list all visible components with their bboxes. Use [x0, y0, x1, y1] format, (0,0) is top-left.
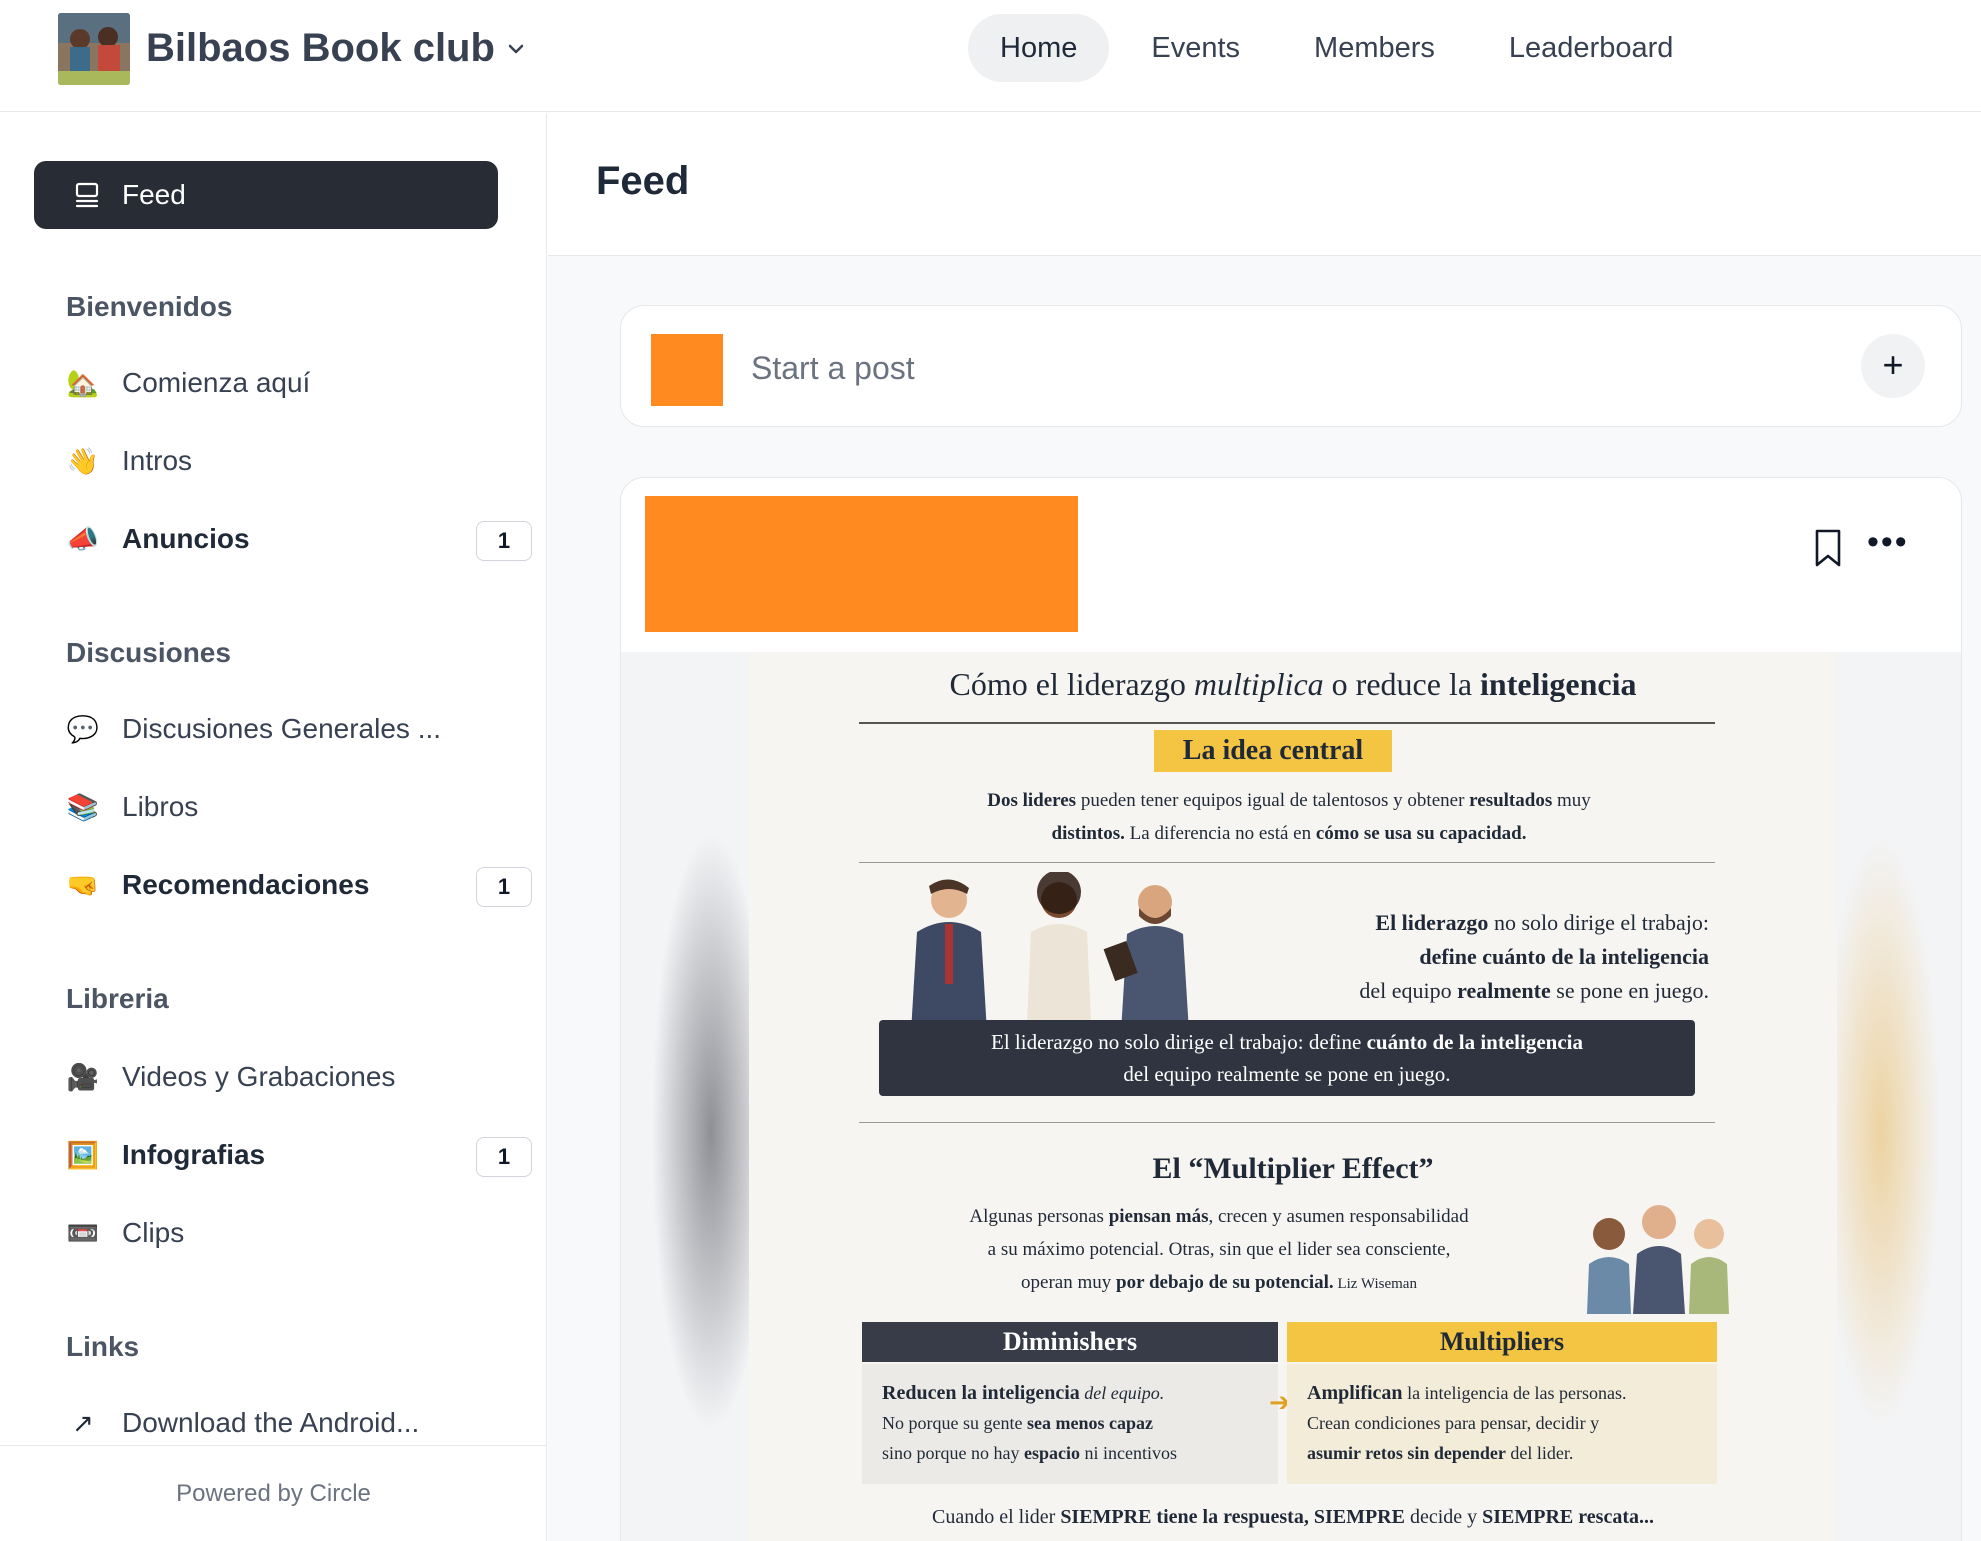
- multipliers-text: Amplifican la inteligencia de las person…: [1287, 1364, 1717, 1484]
- sidebar-item-videos[interactable]: 🎥 Videos y Grabaciones: [66, 1053, 466, 1101]
- section-title-bienvenidos: Bienvenidos: [66, 291, 233, 322]
- feed-header: Feed: [548, 113, 1981, 256]
- nav-home[interactable]: Home: [968, 14, 1110, 82]
- infographic-footer: Cuando el lider SIEMPRE tiene la respues…: [932, 1506, 1654, 1528]
- picture-icon: 🖼️: [66, 1139, 100, 1170]
- nav-leaderboard[interactable]: Leaderboard: [1477, 14, 1705, 82]
- sidebar-item-label: Feed: [122, 179, 186, 210]
- speech-bubble-icon: 💬: [66, 713, 100, 744]
- house-icon: 🏡: [66, 367, 100, 398]
- post-image[interactable]: Cómo el liderazgo multiplica o reduce la…: [621, 652, 1961, 1541]
- camera-icon: 🎥: [66, 1061, 100, 1092]
- club-name[interactable]: Bilbaos Book club: [146, 26, 495, 71]
- feed-post: ••• Cómo el liderazgo multiplica o reduc…: [620, 477, 1962, 1541]
- top-header: Bilbaos Book club Home Events Members Le…: [0, 0, 1981, 112]
- multiplier-effect-title: El “Multiplier Effect”: [1152, 1152, 1434, 1185]
- sidebar-item-label: Download the Android...: [122, 1407, 420, 1438]
- more-options-icon[interactable]: •••: [1867, 525, 1909, 559]
- fist-icon: 🤜: [66, 869, 100, 900]
- composer-placeholder[interactable]: Start a post: [751, 350, 915, 387]
- multiplier-effect-text: Algunas personas piensan más, crecen y a…: [969, 1206, 1469, 1293]
- wave-icon: 👋: [66, 445, 100, 476]
- section-title-links: Links: [66, 1331, 140, 1362]
- external-link-icon: ↗: [72, 1407, 94, 1438]
- multipliers-header: Multipliers: [1287, 1322, 1717, 1362]
- sidebar-item-label: Libros: [122, 791, 199, 822]
- sidebar-item-infografias[interactable]: 🖼️ Infografias 1: [66, 1131, 532, 1179]
- divider: [859, 1122, 1715, 1123]
- sidebar-item-label: Videos y Grabaciones: [122, 1061, 396, 1092]
- books-icon: 📚: [66, 791, 100, 822]
- diminishers-text: Reducen la inteligencia del equipo. No p…: [862, 1364, 1278, 1484]
- sidebar-item-libros[interactable]: 📚 Libros: [66, 783, 466, 831]
- unread-badge: 1: [476, 867, 532, 907]
- unread-badge: 1: [476, 1137, 532, 1177]
- club-logo[interactable]: [58, 13, 130, 85]
- sidebar: Feed Bienvenidos 🏡 Comienza aquí 👋 Intro…: [0, 113, 547, 1541]
- sidebar-item-anuncios[interactable]: 📣 Anuncios 1: [66, 515, 532, 563]
- sidebar-item-label: Discusiones Generales ...: [122, 713, 442, 744]
- main-content: Feed Start a post + ••• Cómo el liderazg…: [548, 113, 1981, 1541]
- image-blur-right: [1821, 832, 1941, 1432]
- divider: [859, 862, 1715, 863]
- infographic-title: Cómo el liderazgo multiplica o reduce la…: [949, 666, 1637, 702]
- divider: [859, 722, 1715, 724]
- central-idea-label: La idea central: [1154, 730, 1392, 772]
- megaphone-icon: 📣: [66, 523, 100, 554]
- leadership-banner: El liderazgo no solo dirige el trabajo: …: [879, 1020, 1695, 1096]
- section-title-libreria: Libreria: [66, 983, 169, 1014]
- sidebar-item-label: Clips: [122, 1217, 185, 1248]
- page-title: Feed: [596, 159, 690, 203]
- sidebar-item-recomendaciones[interactable]: 🤜 Recomendaciones 1: [66, 861, 532, 909]
- sidebar-item-feed[interactable]: Feed: [34, 161, 498, 229]
- team-illustration: [1587, 1205, 1729, 1314]
- sidebar-item-label: Intros: [122, 445, 193, 476]
- nav-members[interactable]: Members: [1282, 14, 1467, 82]
- add-post-button[interactable]: +: [1861, 334, 1925, 398]
- leadership-statement: El liderazgo no solo dirige el trabajo: …: [1359, 910, 1709, 1003]
- powered-by-link[interactable]: Powered by Circle: [0, 1445, 547, 1541]
- avatar: [651, 334, 723, 406]
- sidebar-item-label: Comienza aquí: [122, 367, 311, 398]
- leaders-illustration: [911, 872, 1189, 1032]
- chevron-down-icon[interactable]: [505, 38, 527, 60]
- videotape-icon: 📼: [66, 1217, 100, 1248]
- sidebar-item-clips[interactable]: 📼 Clips: [66, 1209, 466, 1257]
- sidebar-item-discusiones-generales[interactable]: 💬 Discusiones Generales ...: [66, 705, 466, 753]
- unread-badge: 1: [476, 521, 532, 561]
- sidebar-item-intros[interactable]: 👋 Intros: [66, 437, 466, 485]
- sidebar-item-comienza-aqui[interactable]: 🏡 Comienza aquí: [66, 359, 466, 407]
- post-author[interactable]: [645, 496, 1078, 632]
- post-composer[interactable]: Start a post +: [620, 305, 1962, 427]
- sidebar-item-label: Infografias: [122, 1139, 266, 1170]
- section-title-discusiones: Discusiones: [66, 637, 231, 668]
- sidebar-item-label: Anuncios: [122, 523, 250, 554]
- infographic: Cómo el liderazgo multiplica o reduce la…: [749, 652, 1837, 1541]
- central-idea-text: Dos lideres pueden tener equipos igual d…: [987, 790, 1591, 844]
- top-nav: Home Events Members Leaderboard: [968, 14, 1715, 82]
- bookmark-icon[interactable]: [1811, 528, 1845, 568]
- sidebar-item-download-android[interactable]: ↗ Download the Android...: [66, 1399, 466, 1447]
- diminishers-header: Diminishers: [862, 1322, 1278, 1362]
- feed-icon: [75, 182, 99, 208]
- nav-events[interactable]: Events: [1119, 14, 1272, 82]
- sidebar-item-label: Recomendaciones: [122, 869, 370, 900]
